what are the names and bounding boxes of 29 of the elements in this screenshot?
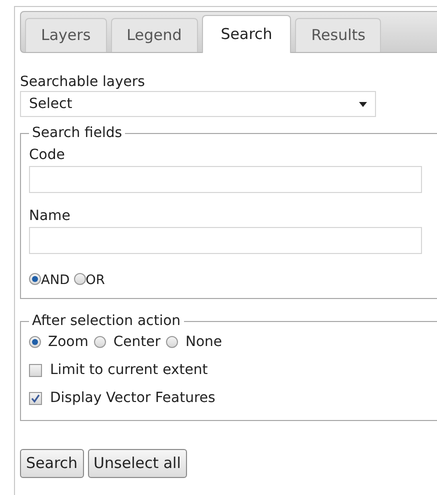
radio-label: None [185, 332, 222, 352]
radio-button[interactable] [74, 273, 86, 285]
group-title: Search fields [31, 125, 124, 141]
field-label: Searchable layers [20, 73, 146, 91]
tab[interactable]: Search [202, 15, 292, 53]
layer-select[interactable]: Select [20, 91, 376, 117]
checkbox[interactable] [29, 392, 42, 404]
group-title: After selection action [31, 313, 182, 329]
radio-button[interactable] [166, 336, 178, 348]
radio-button[interactable] [94, 336, 106, 348]
checkbox[interactable] [29, 364, 42, 376]
radio-label: AND [41, 274, 70, 288]
action-button[interactable]: Unselect all [88, 449, 187, 478]
checkbox-label: Limit to current extent [50, 360, 208, 380]
radio-button[interactable] [29, 336, 41, 348]
tab[interactable]: Legend [110, 18, 198, 52]
field-label: Code [29, 146, 66, 164]
radio-label: OR [86, 274, 105, 288]
field-label: Name [29, 207, 72, 225]
tab[interactable]: Results [295, 18, 382, 52]
radio-label: Center [113, 332, 160, 352]
radio-label: Zoom [48, 332, 88, 352]
input-field[interactable] [29, 227, 422, 254]
radio-button[interactable] [29, 273, 41, 285]
input-field[interactable] [29, 166, 422, 193]
dropdown-arrow-icon [359, 102, 367, 106]
tab[interactable]: Layers [25, 18, 107, 52]
checkbox-label: Display Vector Features [50, 388, 216, 408]
action-button[interactable]: Search [20, 449, 84, 478]
